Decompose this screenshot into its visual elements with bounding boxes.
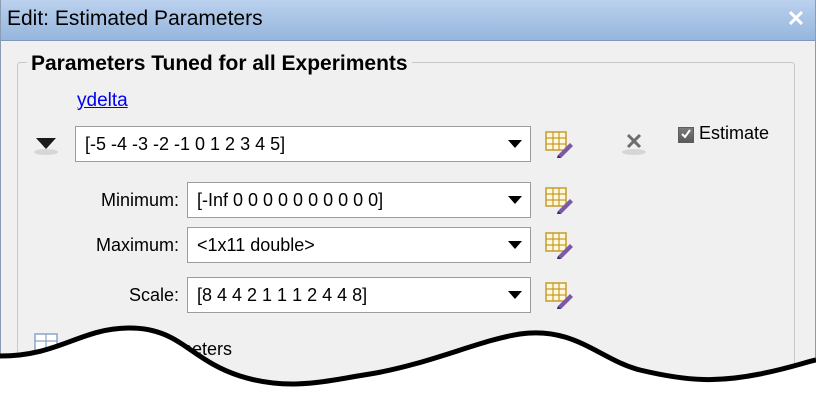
torn-edge-overlay [0,325,816,400]
